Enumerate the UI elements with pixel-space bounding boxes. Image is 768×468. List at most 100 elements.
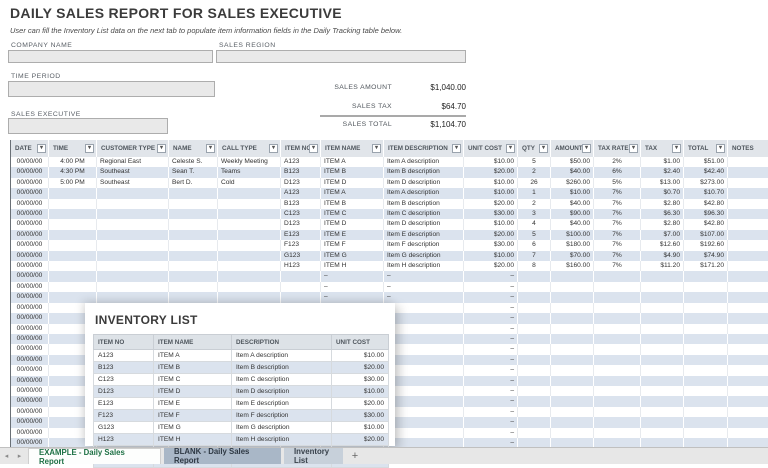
- cell-total[interactable]: $51.00: [684, 157, 728, 167]
- inventory-cell-item-no[interactable]: E123: [94, 398, 154, 410]
- cell-unit-cost[interactable]: –: [464, 344, 518, 354]
- sales-region-input[interactable]: [216, 50, 466, 63]
- cell-total[interactable]: [684, 334, 728, 344]
- cell-time[interactable]: 4:00 PM: [49, 157, 97, 167]
- inventory-cell-item-no[interactable]: B123: [94, 362, 154, 374]
- cell-item-description[interactable]: –: [384, 365, 464, 375]
- cell-item-description[interactable]: –: [384, 428, 464, 438]
- cell-item-description[interactable]: Item F description: [384, 240, 464, 250]
- cell-unit-cost[interactable]: –: [464, 355, 518, 365]
- cell-date[interactable]: 00/00/00: [11, 376, 49, 386]
- cell-total[interactable]: [684, 292, 728, 302]
- filter-dropdown-icon[interactable]: ▾: [672, 144, 681, 153]
- cell-date[interactable]: 00/00/00: [11, 334, 49, 344]
- cell-qty[interactable]: [518, 303, 551, 313]
- cell-customer-type[interactable]: [97, 219, 169, 229]
- cell-date[interactable]: 00/00/00: [11, 292, 49, 302]
- cell-item-name[interactable]: ITEM B: [321, 199, 384, 209]
- inventory-cell-item-no[interactable]: C123: [94, 374, 154, 386]
- cell-unit-cost[interactable]: –: [464, 313, 518, 323]
- cell-tax[interactable]: $6.30: [641, 209, 684, 219]
- cell-item-name[interactable]: ITEM B: [321, 167, 384, 177]
- add-sheet-icon[interactable]: +: [343, 448, 367, 464]
- cell-item-no[interactable]: B123: [281, 199, 321, 209]
- cell-amount[interactable]: [551, 344, 594, 354]
- cell-amount[interactable]: [551, 313, 594, 323]
- cell-call-type[interactable]: [218, 188, 281, 198]
- cell-tax-rate[interactable]: 7%: [594, 188, 641, 198]
- cell-tax-rate[interactable]: 7%: [594, 219, 641, 229]
- cell-tax[interactable]: $12.60: [641, 240, 684, 250]
- cell-amount[interactable]: [551, 355, 594, 365]
- cell-item-description[interactable]: Item C description: [384, 209, 464, 219]
- cell-tax[interactable]: [641, 428, 684, 438]
- cell-item-description[interactable]: –: [384, 303, 464, 313]
- cell-tax-rate[interactable]: [594, 428, 641, 438]
- cell-unit-cost[interactable]: $10.00: [464, 219, 518, 229]
- cell-call-type[interactable]: [218, 261, 281, 271]
- cell-tax[interactable]: [641, 386, 684, 396]
- cell-qty[interactable]: [518, 344, 551, 354]
- cell-total[interactable]: $96.30: [684, 209, 728, 219]
- cell-amount[interactable]: $40.00: [551, 199, 594, 209]
- cell-unit-cost[interactable]: $20.00: [464, 230, 518, 240]
- cell-item-description[interactable]: –: [384, 407, 464, 417]
- cell-tax[interactable]: [641, 334, 684, 344]
- cell-notes[interactable]: [728, 334, 768, 344]
- cell-amount[interactable]: [551, 303, 594, 313]
- cell-qty[interactable]: [518, 334, 551, 344]
- cell-tax[interactable]: [641, 376, 684, 386]
- cell-total[interactable]: $192.60: [684, 240, 728, 250]
- cell-tax-rate[interactable]: [594, 386, 641, 396]
- cell-name[interactable]: [169, 282, 218, 292]
- cell-date[interactable]: 00/00/00: [11, 344, 49, 354]
- cell-notes[interactable]: [728, 386, 768, 396]
- cell-tax-rate[interactable]: 7%: [594, 240, 641, 250]
- cell-call-type[interactable]: [218, 219, 281, 229]
- cell-tax-rate[interactable]: [594, 396, 641, 406]
- cell-notes[interactable]: [728, 209, 768, 219]
- cell-unit-cost[interactable]: –: [464, 324, 518, 334]
- cell-qty[interactable]: [518, 417, 551, 427]
- cell-item-name[interactable]: –: [321, 271, 384, 281]
- inventory-cell-item-name[interactable]: ITEM E: [154, 398, 232, 410]
- inventory-cell-item-no[interactable]: G123: [94, 422, 154, 434]
- cell-total[interactable]: $42.80: [684, 219, 728, 229]
- cell-customer-type[interactable]: [97, 261, 169, 271]
- cell-tax[interactable]: $2.40: [641, 167, 684, 177]
- cell-qty[interactable]: [518, 282, 551, 292]
- cell-amount[interactable]: $90.00: [551, 209, 594, 219]
- cell-date[interactable]: 00/00/00: [11, 199, 49, 209]
- cell-tax-rate[interactable]: [594, 334, 641, 344]
- filter-dropdown-icon[interactable]: ▾: [372, 144, 381, 153]
- cell-item-no[interactable]: [281, 282, 321, 292]
- cell-qty[interactable]: [518, 292, 551, 302]
- cell-name[interactable]: [169, 188, 218, 198]
- cell-time[interactable]: [49, 230, 97, 240]
- cell-notes[interactable]: [728, 313, 768, 323]
- cell-unit-cost[interactable]: –: [464, 407, 518, 417]
- cell-amount[interactable]: $10.00: [551, 188, 594, 198]
- inventory-cell-item-no[interactable]: H123: [94, 434, 154, 446]
- cell-time[interactable]: 4:30 PM: [49, 167, 97, 177]
- cell-tax[interactable]: [641, 365, 684, 375]
- filter-dropdown-icon[interactable]: ▾: [506, 144, 515, 153]
- cell-tax[interactable]: [641, 292, 684, 302]
- cell-time[interactable]: [49, 219, 97, 229]
- cell-item-name[interactable]: ITEM G: [321, 251, 384, 261]
- cell-notes[interactable]: [728, 417, 768, 427]
- cell-item-description[interactable]: Item D description: [384, 219, 464, 229]
- cell-unit-cost[interactable]: –: [464, 417, 518, 427]
- cell-tax[interactable]: $11.20: [641, 261, 684, 271]
- cell-notes[interactable]: [728, 157, 768, 167]
- cell-total[interactable]: [684, 365, 728, 375]
- cell-item-description[interactable]: –: [384, 396, 464, 406]
- cell-total[interactable]: [684, 313, 728, 323]
- cell-item-no[interactable]: E123: [281, 230, 321, 240]
- cell-date[interactable]: 00/00/00: [11, 324, 49, 334]
- cell-customer-type[interactable]: [97, 230, 169, 240]
- cell-name[interactable]: [169, 271, 218, 281]
- inventory-cell-unit-cost[interactable]: $20.00: [332, 398, 389, 410]
- cell-item-name[interactable]: ITEM E: [321, 230, 384, 240]
- cell-amount[interactable]: [551, 428, 594, 438]
